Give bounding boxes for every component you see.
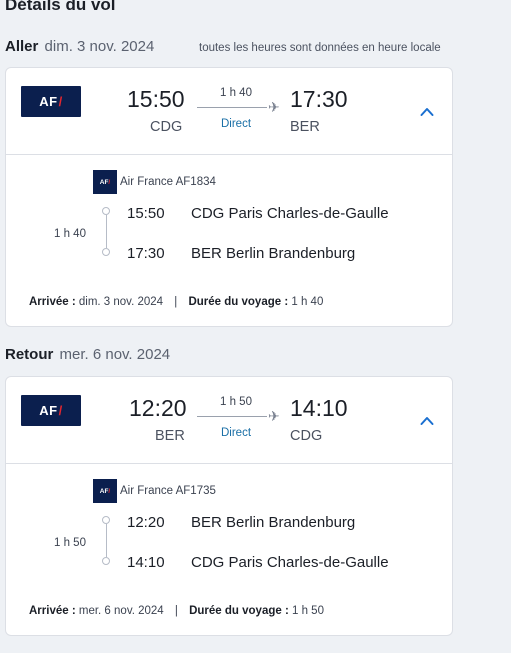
segment-departure-time: 12:20 bbox=[127, 514, 165, 531]
travel-duration-label: Durée du voyage : bbox=[189, 605, 289, 617]
stops-label: Direct bbox=[220, 427, 252, 439]
departure-code: CDG bbox=[150, 119, 183, 135]
segment-arrival-time: 17:30 bbox=[127, 245, 165, 262]
chevron-up-icon[interactable] bbox=[420, 414, 434, 428]
air-france-logo-text: AF bbox=[39, 403, 58, 418]
air-france-logo: AF / bbox=[21, 86, 81, 117]
arrival-code: BER bbox=[290, 119, 320, 135]
outbound-date: dim. 3 nov. 2024 bbox=[44, 38, 155, 55]
route-line bbox=[197, 107, 267, 108]
arrival-label: Arrivée : bbox=[29, 605, 76, 617]
separator: | bbox=[174, 296, 178, 308]
air-france-small-logo-text: AF bbox=[99, 178, 109, 186]
return-summary[interactable]: AF/ 12:20 BER 1 h 50 ✈ Direct 14:10 CDG bbox=[6, 377, 452, 464]
arrival-label: Arrivée : bbox=[29, 296, 76, 308]
arrival-code: CDG bbox=[290, 428, 323, 444]
air-france-logo-text: AF bbox=[39, 94, 58, 109]
trip-summary: Arrivée : dim. 3 nov. 2024 | Durée du vo… bbox=[29, 296, 323, 308]
departure-dot-icon bbox=[102, 516, 110, 524]
page-title: Détails du vol bbox=[5, 0, 116, 14]
departure-time: 15:50 bbox=[127, 86, 185, 112]
route-line bbox=[197, 416, 267, 417]
segment-departure-airport: CDG Paris Charles-de-Gaulle bbox=[191, 205, 389, 222]
segment-duration: 1 h 50 bbox=[54, 537, 86, 549]
outbound-header: Aller dim. 3 nov. 2024 bbox=[5, 38, 154, 55]
plane-icon: ✈ bbox=[268, 408, 280, 424]
segment-departure-airport: BER Berlin Brandenburg bbox=[191, 514, 356, 531]
return-flight-card: AF/ 12:20 BER 1 h 50 ✈ Direct 14:10 CDG … bbox=[5, 376, 453, 636]
air-france-small-logo-text: AF bbox=[99, 487, 109, 495]
return-header: Retour mer. 6 nov. 2024 bbox=[5, 346, 170, 363]
departure-code: BER bbox=[155, 428, 185, 444]
return-date: mer. 6 nov. 2024 bbox=[59, 346, 171, 363]
segment-arrival-airport: BER Berlin Brandenburg bbox=[191, 245, 356, 262]
flight-duration: 1 h 50 bbox=[220, 396, 252, 408]
arrival-value: dim. 3 nov. 2024 bbox=[78, 296, 164, 308]
return-details: AF / Air France AF1735 1 h 50 12:20 BER B… bbox=[6, 464, 452, 636]
outbound-label: Aller bbox=[5, 38, 39, 55]
air-france-logo: AF / bbox=[21, 395, 81, 426]
return-label: Retour bbox=[5, 346, 54, 363]
chevron-up-icon[interactable] bbox=[420, 105, 434, 119]
segment-duration: 1 h 40 bbox=[54, 228, 86, 240]
arrival-time: 14:10 bbox=[290, 395, 348, 421]
arrival-value: mer. 6 nov. 2024 bbox=[78, 605, 164, 617]
outbound-summary[interactable]: AF/ 15:50 CDG 1 h 40 ✈ Direct 17:30 BER bbox=[6, 68, 452, 155]
segment-arrival-time: 14:10 bbox=[127, 554, 165, 571]
segment-line bbox=[105, 524, 107, 557]
air-france-small-logo: AF / bbox=[93, 479, 117, 503]
segment-arrival-airport: CDG Paris Charles-de-Gaulle bbox=[191, 554, 389, 571]
departure-time: 12:20 bbox=[129, 395, 187, 421]
stops-label: Direct bbox=[220, 118, 252, 130]
departure-dot-icon bbox=[102, 207, 110, 215]
air-france-small-logo: AF / bbox=[93, 170, 117, 194]
outbound-details: AF / Air France AF1834 1 h 40 15:50 CDG P… bbox=[6, 155, 452, 327]
airline-flight-number: Air France AF1834 bbox=[120, 176, 216, 188]
trip-summary: Arrivée : mer. 6 nov. 2024 | Durée du vo… bbox=[29, 605, 324, 617]
segment-line bbox=[105, 215, 107, 248]
plane-icon: ✈ bbox=[268, 99, 280, 115]
travel-duration-value: 1 h 40 bbox=[291, 296, 324, 308]
arrival-dot-icon bbox=[102, 248, 110, 256]
travel-duration-label: Durée du voyage : bbox=[188, 296, 289, 308]
travel-duration-value: 1 h 50 bbox=[292, 605, 324, 617]
segment-departure-time: 15:50 bbox=[127, 205, 165, 222]
arrival-time: 17:30 bbox=[290, 86, 348, 112]
airline-flight-number: Air France AF1735 bbox=[120, 485, 216, 497]
separator: | bbox=[174, 605, 178, 617]
flight-duration: 1 h 40 bbox=[220, 87, 252, 99]
arrival-dot-icon bbox=[102, 557, 110, 565]
outbound-flight-card: AF/ 15:50 CDG 1 h 40 ✈ Direct 17:30 BER … bbox=[5, 67, 453, 327]
timezone-note: toutes les heures sont données en heure … bbox=[199, 42, 441, 54]
